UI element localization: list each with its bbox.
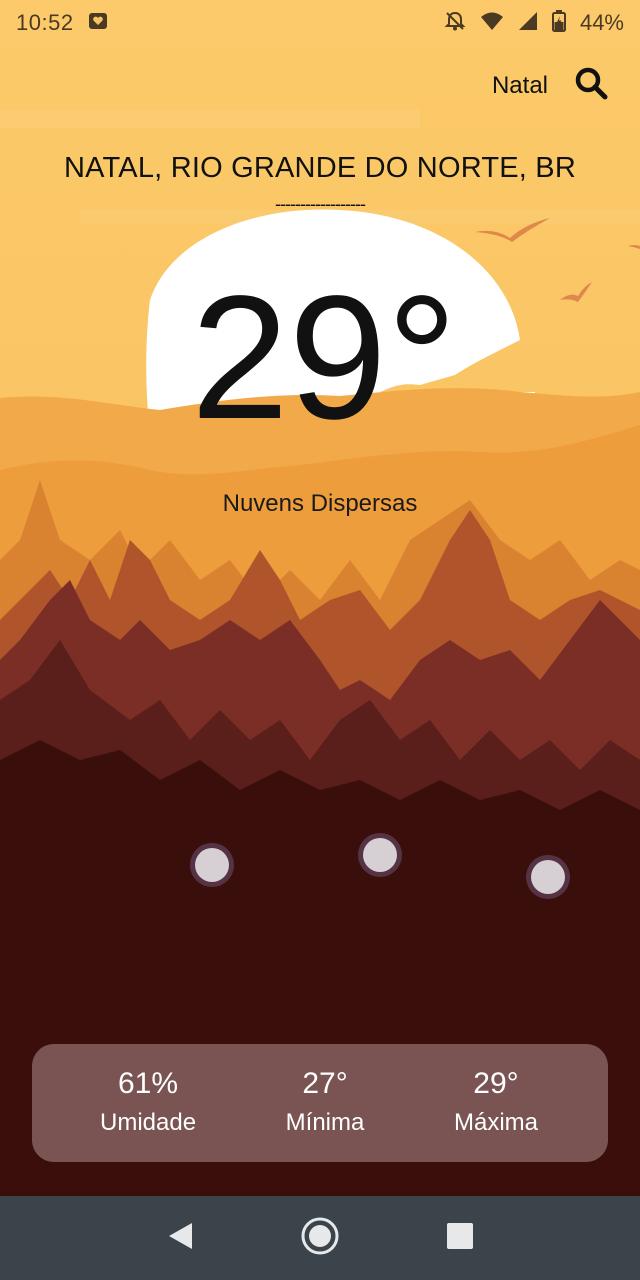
battery-icon	[551, 9, 566, 37]
status-time: 10:52	[16, 10, 74, 35]
max-temp-label: Máxima	[453, 1109, 538, 1136]
notification-heart-icon	[88, 11, 108, 36]
bell-off-icon	[444, 10, 466, 37]
humidity-stat: 61% Umidade	[100, 1066, 196, 1140]
title-divider: ------------------	[275, 194, 366, 214]
recents-icon	[446, 1222, 474, 1255]
navigation-bar	[0, 1196, 640, 1280]
search-bar: Natal	[492, 66, 608, 105]
min-temp-label: Mínima	[285, 1109, 365, 1136]
back-button[interactable]	[156, 1214, 204, 1262]
min-temp-value: 27°	[302, 1067, 348, 1100]
humidity-label: Umidade	[100, 1109, 197, 1136]
home-button[interactable]	[296, 1214, 344, 1262]
search-city-text[interactable]: Natal	[492, 72, 548, 100]
wifi-icon	[480, 11, 504, 36]
weather-condition: Nuvens Dispersas	[222, 490, 418, 517]
back-icon	[166, 1221, 194, 1256]
max-temp-value: 29°	[473, 1067, 519, 1100]
recents-button[interactable]	[436, 1214, 484, 1262]
max-temp-stat: 29° Máxima	[454, 1066, 538, 1140]
location-title: NATAL, RIO GRANDE DO NORTE, BR	[64, 152, 576, 184]
humidity-value: 61%	[118, 1067, 179, 1100]
home-icon	[300, 1216, 340, 1261]
weather-stats-card: 61% Umidade 27° Mínima 29° Máxima	[32, 1044, 608, 1162]
status-bar: 10:52 44%	[0, 0, 640, 46]
signal-icon	[518, 11, 538, 36]
search-icon[interactable]	[574, 66, 608, 105]
min-temp-stat: 27° Mínima	[286, 1066, 365, 1140]
current-temperature: 29°	[190, 260, 458, 456]
battery-percent: 44%	[579, 10, 624, 35]
